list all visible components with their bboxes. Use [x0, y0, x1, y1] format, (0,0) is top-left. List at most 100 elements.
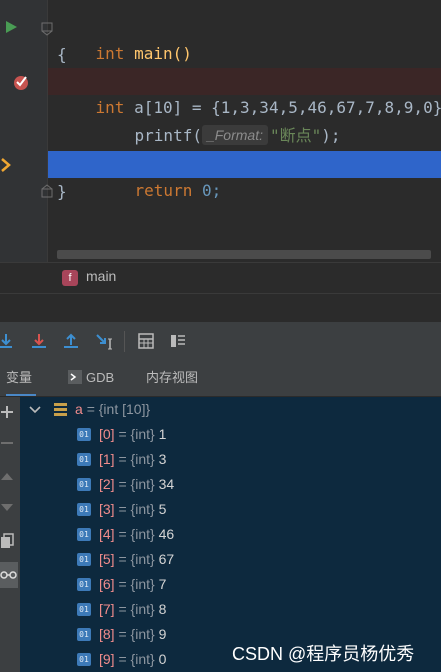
run-gutter-icon[interactable] — [5, 20, 18, 34]
tree-node-element[interactable]: 01 [0] = {int} 1 — [20, 422, 441, 447]
int-type-icon: 01 — [77, 578, 91, 591]
parameter-hint: _Format: — [201, 125, 268, 145]
breadcrumb-label[interactable]: main — [86, 268, 116, 284]
element-index: [8] — [99, 626, 115, 642]
code-line-6[interactable]: } — [57, 179, 67, 205]
code-line-1[interactable]: int main() — [57, 15, 192, 63]
code-keyword: int — [95, 44, 125, 63]
remove-watch-icon[interactable] — [0, 439, 14, 447]
element-value: 67 — [158, 551, 175, 567]
element-type: = {int} — [118, 576, 155, 592]
code-string: "断点" — [269, 126, 322, 145]
tab-label: GDB — [86, 370, 115, 385]
int-type-icon: 01 — [77, 553, 91, 566]
move-up-icon[interactable] — [0, 471, 14, 481]
breadcrumb[interactable]: f main — [0, 262, 441, 294]
editor-gutter — [0, 0, 47, 262]
variable-name: a — [75, 401, 83, 417]
tree-node-element[interactable]: 01 [1] = {int} 3 — [20, 447, 441, 472]
element-index: [4] — [99, 526, 115, 542]
chevron-down-icon[interactable] — [29, 405, 41, 415]
code-end: ); — [321, 126, 341, 145]
tree-node-element[interactable]: 01 [4] = {int} 46 — [20, 522, 441, 547]
int-type-icon: 01 — [77, 453, 91, 466]
element-value: 9 — [158, 626, 167, 642]
element-index: [3] — [99, 501, 115, 517]
execution-arrow-icon — [1, 158, 11, 172]
glasses-icon — [0, 571, 17, 579]
code-keyword: return — [134, 181, 193, 200]
int-type-icon: 01 — [77, 603, 91, 616]
element-type: = {int} — [118, 501, 155, 517]
element-type: = {int} — [118, 526, 155, 542]
tab-label: 内存视图 — [146, 370, 199, 385]
element-index: [9] — [99, 651, 115, 667]
element-value: 3 — [158, 451, 167, 467]
element-value: 1 — [158, 426, 167, 442]
element-value: 8 — [158, 601, 167, 617]
step-into-my-code-icon[interactable] — [29, 331, 49, 351]
tab-memory-view[interactable]: 内存视图 — [146, 360, 198, 396]
tab-label: 变量 — [6, 370, 33, 385]
code-line-4[interactable]: printf(_Format: "断点"); — [96, 97, 341, 145]
tab-gdb[interactable]: GDB — [68, 360, 114, 396]
debug-tabs: 变量 GDB 内存视图 — [0, 360, 441, 397]
element-type: = {int} — [118, 451, 155, 467]
int-type-icon: 01 — [77, 428, 91, 441]
int-type-icon: 01 — [77, 628, 91, 641]
code-editor[interactable]: int main() { int a[10] = {1,3,34,5,46,67… — [0, 0, 441, 262]
element-type: = {int} — [118, 651, 155, 667]
int-type-icon: 01 — [77, 503, 91, 516]
tree-node-element[interactable]: 01 [2] = {int} 34 — [20, 472, 441, 497]
breakpoint-icon[interactable] — [13, 73, 31, 91]
element-value: 0 — [158, 651, 167, 667]
variable-type: = {int [10]} — [86, 401, 151, 417]
evaluate-expression-icon[interactable] — [136, 331, 156, 351]
step-out-icon[interactable] — [61, 331, 81, 351]
element-index: [6] — [99, 576, 115, 592]
tree-node-a[interactable]: a = {int [10]} — [20, 397, 441, 422]
int-type-icon: 01 — [77, 653, 91, 666]
tree-node-element[interactable]: 01 [7] = {int} 8 — [20, 597, 441, 622]
element-type: = {int} — [118, 426, 155, 442]
int-type-icon: 01 — [77, 528, 91, 541]
code-function: main() — [134, 44, 192, 63]
element-type: = {int} — [118, 601, 155, 617]
fold-close-icon[interactable] — [41, 184, 53, 198]
show-values-toggle[interactable] — [0, 562, 18, 588]
copy-icon[interactable] — [0, 533, 14, 549]
element-index: [5] — [99, 551, 115, 567]
step-over-icon[interactable] — [0, 331, 18, 351]
panel-splitter[interactable] — [0, 294, 441, 322]
element-value: 7 — [158, 576, 167, 592]
tree-node-element[interactable]: 01 [3] = {int} 5 — [20, 497, 441, 522]
add-watch-icon[interactable] — [0, 405, 14, 419]
fold-open-icon[interactable] — [41, 22, 53, 36]
int-type-icon: 01 — [77, 478, 91, 491]
toolbar-separator — [124, 331, 125, 352]
element-value: 34 — [158, 476, 175, 492]
element-type: = {int} — [118, 626, 155, 642]
element-index: [1] — [99, 451, 115, 467]
debug-toolbar — [0, 322, 441, 360]
move-down-icon[interactable] — [0, 503, 14, 513]
tree-node-element[interactable]: 01 [5] = {int} 67 — [20, 547, 441, 572]
run-to-cursor-icon[interactable] — [94, 331, 114, 351]
layout-settings-icon[interactable] — [168, 331, 188, 351]
gutter-divider — [47, 0, 48, 262]
element-index: [0] — [99, 426, 115, 442]
horizontal-scrollbar[interactable] — [57, 250, 431, 259]
code-call: printf( — [134, 126, 202, 145]
code-line-3[interactable]: int a[10] = {1,3,34,5,46,67,7,8,9,0}; — [57, 69, 441, 117]
tree-node-element[interactable]: 01 [6] = {int} 7 — [20, 572, 441, 597]
element-value: 46 — [158, 526, 175, 542]
element-type: = {int} — [118, 476, 155, 492]
code-line-2[interactable]: { — [57, 42, 67, 68]
variables-tree: a = {int [10]} 01 [0] = {int} 1 01 [1] = {i… — [20, 397, 441, 672]
code-line-5[interactable]: return 0; — [96, 152, 222, 200]
element-index: [2] — [99, 476, 115, 492]
tab-variables[interactable]: 变量 — [6, 360, 36, 396]
function-icon: f — [62, 270, 78, 286]
watermark: CSDN @程序员杨优秀 — [232, 644, 415, 664]
code-number: 0; — [201, 181, 222, 200]
